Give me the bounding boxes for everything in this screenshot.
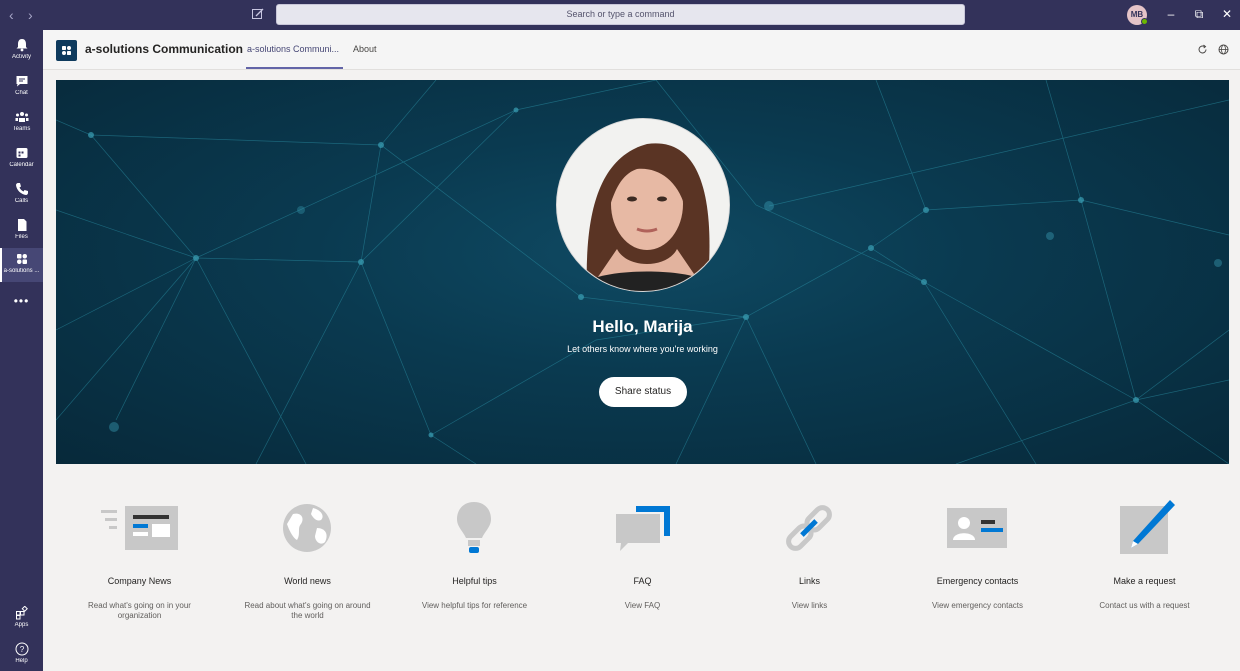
minimize-icon[interactable]: –: [1163, 6, 1179, 22]
rail-label: Apps: [14, 622, 29, 628]
rail-label: Help: [15, 658, 28, 664]
help-icon: ?: [15, 642, 28, 656]
tile-title: World news: [284, 576, 331, 586]
apps-icon: [15, 606, 28, 620]
tile-title: Make a request: [1113, 576, 1176, 586]
close-icon[interactable]: ✕: [1219, 6, 1235, 22]
tab-about[interactable]: About: [353, 44, 377, 54]
app-header: a-solutions Communication a-solutions Co…: [43, 30, 1240, 70]
rail-label: Files: [15, 234, 28, 240]
compose-icon[interactable]: [251, 7, 265, 21]
tile-description: Read about what's going on around the wo…: [244, 601, 371, 620]
tile-description: View links: [791, 601, 828, 610]
greeting-heading: Hello, Marija: [592, 317, 693, 336]
tile-world-news[interactable]: World news Read about what's going on ar…: [224, 478, 391, 638]
rail-item-a-solutions[interactable]: a-solutions ...: [0, 248, 43, 282]
search-input[interactable]: Search or type a command: [276, 4, 965, 25]
tile-description: View emergency contacts: [931, 601, 1023, 610]
tile-helpful-tips[interactable]: Helpful tips View helpful tips for refer…: [391, 478, 558, 638]
title-bar: ‹ › Search or type a command MB – ⧉ ✕: [0, 0, 1240, 30]
app-title: a-solutions Communication: [85, 42, 244, 56]
refresh-icon[interactable]: [1197, 44, 1208, 55]
svg-text:?: ?: [19, 645, 24, 654]
forward-arrow-icon[interactable]: ›: [28, 7, 33, 23]
rail-label: Chat: [15, 90, 28, 96]
app-logo: [56, 40, 77, 61]
rail-item-help[interactable]: ? Help: [0, 638, 43, 671]
app-icon: [16, 254, 27, 264]
tab-a-solutions-communication[interactable]: a-solutions Communi...: [247, 44, 339, 54]
teams-icon: [15, 112, 28, 122]
contact-card-icon: [947, 508, 1007, 548]
rail-item-apps[interactable]: Apps: [0, 602, 43, 636]
tile-make-a-request[interactable]: Make a request Contact us with a request: [1061, 478, 1228, 638]
rail-item-calendar[interactable]: Calendar: [0, 142, 43, 176]
quick-links-tiles: Company News Read what's going on in you…: [56, 478, 1229, 638]
active-tab-indicator: [246, 67, 343, 69]
link-icon: [786, 505, 832, 551]
pen-icon: [1120, 500, 1175, 554]
newspaper-icon: [101, 506, 178, 550]
rail-label: Activity: [11, 54, 31, 60]
tile-description: View helpful tips for reference: [421, 601, 528, 610]
presence-indicator: [1141, 18, 1148, 25]
back-arrow-icon[interactable]: ‹: [9, 7, 14, 23]
tile-title: Links: [798, 576, 820, 586]
tile-company-news[interactable]: Company News Read what's going on in you…: [56, 478, 223, 638]
app-logo-icon: [62, 46, 71, 55]
rail-label: a-solutions ...: [3, 268, 40, 274]
lightbulb-icon: [457, 502, 491, 553]
calendar-icon: [16, 148, 27, 158]
profile-photo: [556, 118, 730, 292]
tile-description: Read what's going on in your organizatio…: [88, 601, 191, 620]
speech-bubble-icon: [616, 506, 670, 551]
rail-label: Calendar: [9, 162, 34, 168]
globe-icon: [283, 504, 331, 552]
bell-icon: [16, 39, 27, 52]
rail-label: Teams: [12, 126, 31, 132]
left-rail: Activity Chat Teams Calendar Calls Files: [0, 30, 43, 671]
rail-item-teams[interactable]: Teams: [0, 106, 43, 140]
phone-icon: [15, 183, 28, 195]
tile-title: FAQ: [633, 576, 652, 586]
tile-title: Helpful tips: [452, 576, 497, 586]
rail-label: Calls: [14, 198, 29, 204]
rail-item-calls[interactable]: Calls: [0, 178, 43, 212]
tile-description: View FAQ: [624, 601, 661, 610]
more-apps-icon[interactable]: •••: [0, 294, 43, 308]
tile-emergency-contacts[interactable]: Emergency contacts View emergency contac…: [894, 478, 1061, 638]
restore-icon[interactable]: ⧉: [1191, 6, 1207, 22]
share-status-button[interactable]: Share status: [599, 377, 687, 407]
rail-item-chat[interactable]: Chat: [0, 70, 43, 104]
rail-item-activity[interactable]: Activity: [0, 34, 43, 68]
rail-item-files[interactable]: Files: [0, 214, 43, 248]
chat-icon: [16, 76, 27, 87]
tile-title: Emergency contacts: [936, 576, 1019, 586]
greeting-subtitle: Let others know where you're working: [567, 344, 718, 354]
file-icon: [17, 219, 26, 231]
tile-description: Contact us with a request: [1099, 601, 1190, 610]
profile-portrait: [557, 119, 729, 291]
globe-web-icon[interactable]: [1218, 44, 1229, 55]
tile-faq[interactable]: FAQ View FAQ: [559, 478, 726, 638]
tile-title: Company News: [107, 576, 172, 586]
tile-links[interactable]: Links View links: [726, 478, 893, 638]
scrollbar[interactable]: [1229, 70, 1240, 671]
hero-banner: Hello, Marija Let others know where you'…: [56, 80, 1229, 464]
